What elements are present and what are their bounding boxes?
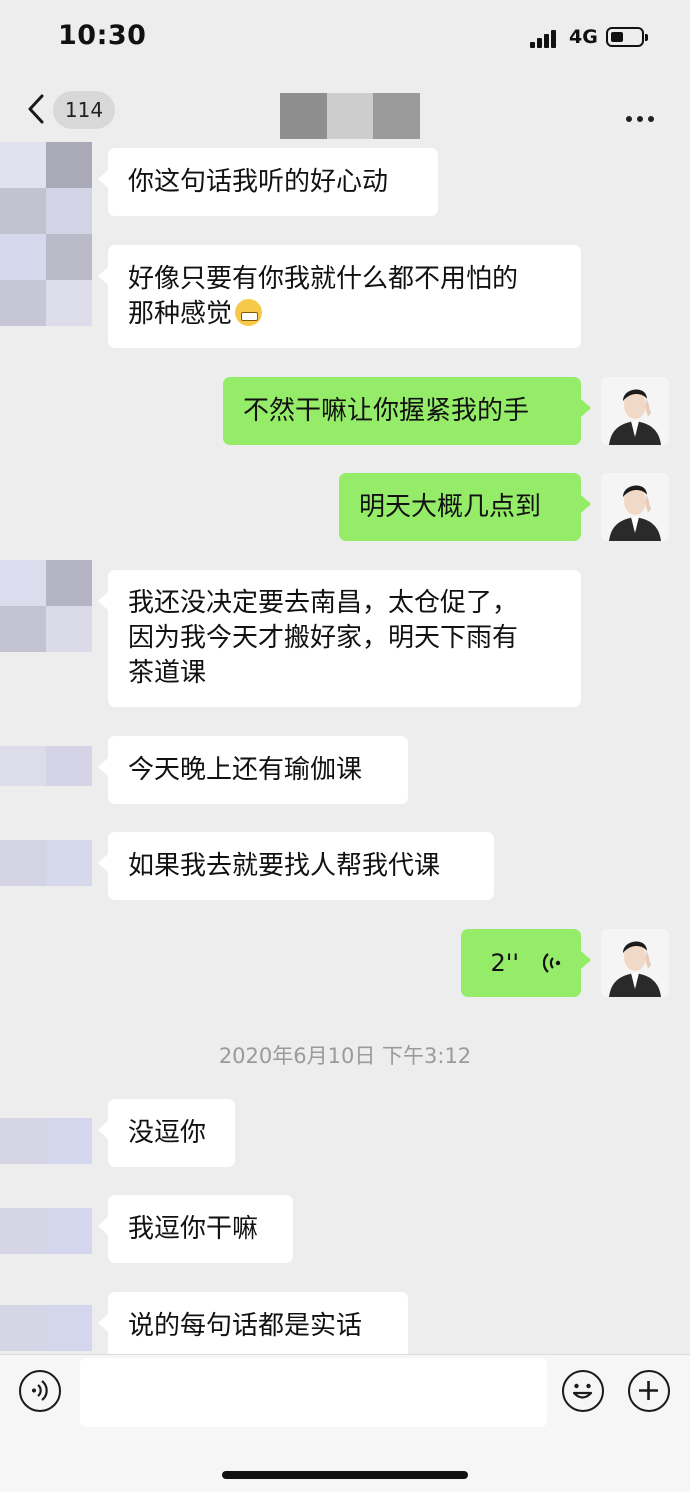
message-text: 好像只要有你我就什么都不用怕的 那种感觉	[128, 263, 519, 329]
message-text: 我逗你干嘛	[128, 1213, 259, 1244]
message-bubble[interactable]: 不然干嘛让你握紧我的手	[223, 377, 591, 445]
plus-icon[interactable]	[628, 1370, 670, 1412]
cellular-signal-icon	[530, 28, 562, 48]
chevron-left-icon[interactable]	[22, 92, 52, 126]
more-dots-icon[interactable]	[626, 107, 660, 122]
voice-message-bubble[interactable]: 2''	[461, 929, 591, 997]
message-bubble[interactable]: 我还没决定要去南昌，太仓促了， 因为我今天才搬好家，明天下雨有 茶道课	[98, 570, 581, 707]
message-text: 我还没决定要去南昌，太仓促了， 因为我今天才搬好家，明天下雨有 茶道课	[128, 588, 519, 688]
contact-avatar-censored	[0, 142, 92, 326]
battery-icon	[606, 27, 648, 47]
message-text: 明天大概几点到	[359, 491, 542, 522]
message-bubble[interactable]: 明天大概几点到	[339, 473, 591, 541]
message-text: 说的每句话都是实话	[128, 1310, 363, 1341]
message-text: 今天晚上还有瑜伽课	[128, 754, 363, 785]
contact-avatar-censored	[0, 840, 92, 886]
voice-wave-icon	[543, 953, 561, 973]
message-text-wrapper: 好像只要有你我就什么都不用怕的 那种感觉	[128, 262, 518, 332]
smiley-icon[interactable]	[562, 1370, 604, 1412]
my-avatar[interactable]	[601, 473, 669, 541]
message-bubble[interactable]: 说的每句话都是实话	[98, 1292, 408, 1354]
avatar-illustration	[601, 929, 669, 997]
network-type: 4G	[569, 26, 598, 48]
message-bubble[interactable]: 我逗你干嘛	[98, 1195, 293, 1263]
voice-input-icon[interactable]	[19, 1370, 61, 1412]
contact-avatar-censored	[0, 746, 92, 786]
voice-duration: 2''	[490, 948, 519, 977]
my-avatar[interactable]	[601, 377, 669, 445]
my-avatar[interactable]	[601, 929, 669, 997]
chat-timestamp: 2020年6月10日 下午3:12	[218, 1044, 472, 1068]
message-text: 如果我去就要找人帮我代课	[128, 850, 441, 881]
home-indicator[interactable]	[222, 1471, 468, 1479]
contact-avatar-censored	[0, 560, 92, 652]
message-input[interactable]	[80, 1358, 547, 1427]
message-bubble[interactable]: 你这句话我听的好心动	[98, 148, 438, 216]
message-text: 没逗你	[128, 1117, 207, 1148]
avatar-illustration	[601, 473, 669, 541]
status-bar: 10:30 4G	[0, 0, 690, 76]
message-bubble[interactable]: 没逗你	[98, 1099, 235, 1167]
grimacing-face-emoji-icon	[235, 298, 263, 326]
message-bubble[interactable]: 如果我去就要找人帮我代课	[98, 832, 494, 900]
message-text: 不然干嘛让你握紧我的手	[243, 395, 530, 426]
chat-message-list[interactable]: 你这句话我听的好心动 好像只要有你我就什么都不用怕的 那种感觉 不然干嘛让你握紧…	[0, 142, 690, 1354]
contact-avatar-censored	[0, 1118, 92, 1164]
avatar-illustration	[601, 377, 669, 445]
message-bubble[interactable]: 好像只要有你我就什么都不用怕的 那种感觉	[98, 245, 581, 348]
contact-avatar-censored	[0, 1305, 92, 1351]
message-bubble[interactable]: 今天晚上还有瑜伽课	[98, 736, 408, 804]
unread-count-badge[interactable]: 114	[53, 91, 115, 129]
status-time: 10:30	[58, 20, 147, 51]
message-text: 你这句话我听的好心动	[128, 166, 389, 197]
chat-title-censored	[280, 93, 421, 139]
chat-input-bar	[0, 1354, 690, 1492]
chat-header: 114	[0, 80, 690, 142]
contact-avatar-censored	[0, 1208, 92, 1254]
